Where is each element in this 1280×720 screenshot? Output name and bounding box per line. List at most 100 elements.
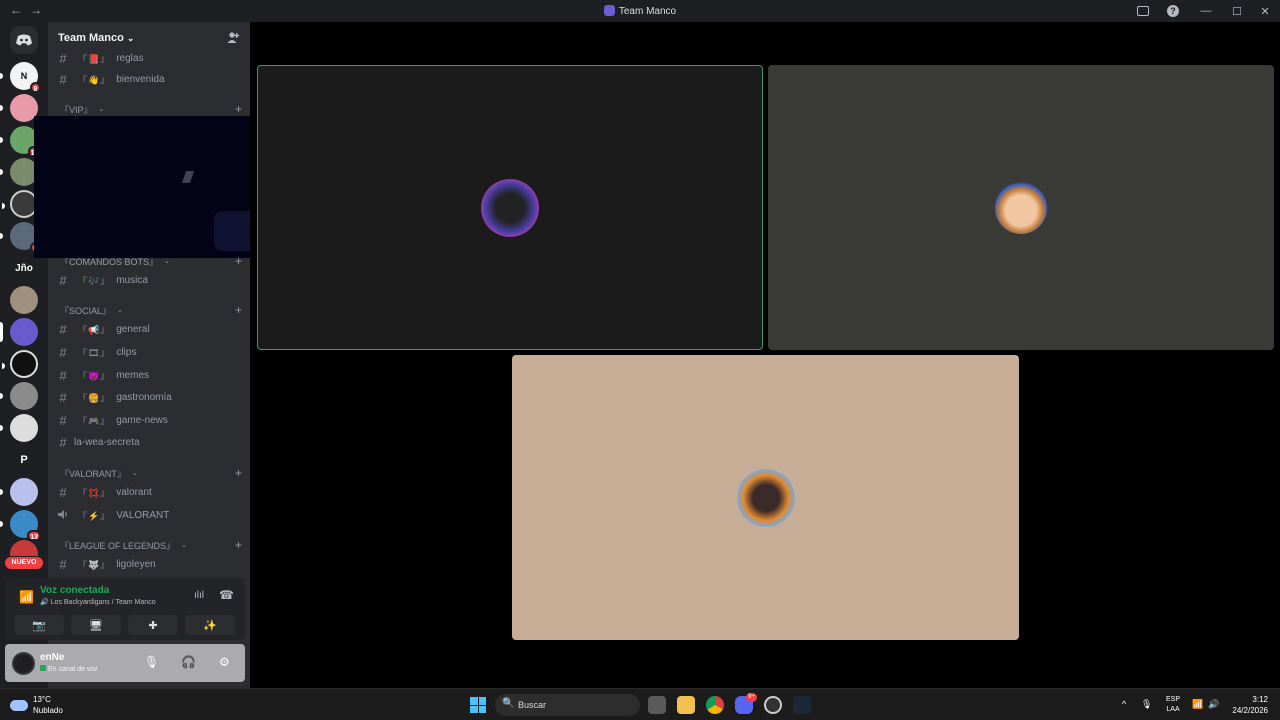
category-league-of-legends[interactable]: 『LEAGUE OF LEGENDS』 ⌄ + (60, 537, 242, 553)
voice-channel-valorant[interactable]: 『⚡』 VALORANT (56, 505, 246, 525)
server-icon-p[interactable]: P (10, 446, 38, 474)
headset-icon[interactable]: 🎧 (181, 655, 196, 669)
app-icon[interactable] (764, 696, 782, 714)
category-valorant[interactable]: 『VALORANT』 ⌄ + (60, 465, 242, 481)
chevron-down-icon: ⌄ (131, 470, 138, 477)
noise-suppression-icon[interactable]: ılıl (194, 590, 204, 601)
add-channel-icon[interactable]: + (235, 538, 242, 552)
minimize-button[interactable]: — (1188, 0, 1224, 22)
window-title-text: Team Manco (618, 6, 677, 17)
channel-gastronomia[interactable]: # 『🍔』 gastronomía (56, 387, 246, 407)
server-icon-lavender[interactable] (0, 478, 38, 506)
steam-icon[interactable] (793, 696, 811, 714)
windows-start-icon[interactable] (470, 697, 486, 713)
inbox-icon (1137, 6, 1149, 16)
tray-mic-icon[interactable]: 🎙 (1141, 699, 1152, 710)
add-channel-icon[interactable]: + (235, 303, 242, 317)
category-name: 『LEAGUE OF LEGENDS』 (60, 540, 176, 551)
add-channel-icon[interactable]: + (235, 466, 242, 480)
channel-bienvenida[interactable]: # 『👋』 bienvenida (56, 69, 246, 89)
channel-name: la-wea-secreta (74, 436, 140, 448)
unread-pill (0, 489, 3, 495)
mic-icon[interactable]: 🎙 (144, 655, 159, 669)
voice-connection-panel: 📶 Voz conectada 🔊 Los Backyardigans / Te… (5, 578, 245, 640)
unread-pill (0, 105, 3, 111)
channel-emoji: 『📕』 (78, 53, 111, 64)
channel-la-wea-secreta[interactable]: # la-wea-secreta (56, 432, 246, 452)
task-view-icon[interactable] (648, 696, 666, 714)
chevron-down-icon: ⌄ (126, 32, 135, 43)
channel-ligoleyen[interactable]: # 『🐺』 ligoleyen (56, 554, 246, 574)
channel-emoji: 『💢』 (78, 487, 111, 498)
invite-people-icon[interactable] (227, 31, 240, 44)
channel-game-news[interactable]: # 『🎮』 game-news (56, 410, 246, 430)
direct-messages-button[interactable] (10, 26, 38, 54)
popout-video-overlay[interactable] (34, 116, 285, 258)
category-vip[interactable]: 『VIP』 ⌄ + (60, 101, 242, 117)
hash-icon: # (59, 484, 67, 500)
channel-reglas[interactable]: # 『📕』 reglas (56, 48, 246, 68)
server-icon-beige[interactable] (10, 286, 38, 314)
channel-memes[interactable]: # 『😈』 memes (56, 365, 246, 385)
activities-icon: ✚ (148, 619, 158, 632)
chrome-icon[interactable] (706, 696, 724, 714)
server-icon-team-manco[interactable] (0, 318, 38, 346)
channel-emoji: 『📢』 (78, 324, 111, 335)
inbox-button[interactable] (1128, 0, 1158, 22)
tray-overflow-icon[interactable]: ^ (1122, 699, 1126, 709)
participant-tile[interactable] (512, 355, 1019, 640)
username[interactable]: enNe (40, 652, 64, 663)
channel-emoji: 『⚡』 (78, 510, 111, 521)
channel-valorant[interactable]: # 『💢』 valorant (56, 482, 246, 502)
soundboard-button[interactable]: ✨ (185, 615, 235, 635)
channel-name: VALORANT (116, 509, 170, 521)
close-button[interactable]: ✕ (1250, 0, 1280, 22)
taskbar-search[interactable]: 🔍 Buscar (495, 694, 640, 716)
help-button[interactable]: ? (1158, 0, 1188, 22)
server-icon-ns[interactable]: N8 (0, 62, 41, 93)
server-icon-blue[interactable]: 13 (0, 510, 41, 541)
channel-name: memes (116, 369, 150, 381)
language-indicator[interactable]: ESP LAA (1166, 695, 1180, 715)
volume-icon[interactable]: 🔊 (1208, 699, 1219, 710)
screen-share-icon: 🖥 (89, 619, 103, 632)
server-icon-anime[interactable] (2, 350, 38, 378)
server-icon-photo[interactable] (0, 382, 38, 410)
server-icon-jno[interactable]: Jño (10, 254, 38, 282)
system-clock[interactable]: 3:12 24/2/2026 (1228, 694, 1268, 716)
avatar[interactable] (12, 652, 35, 675)
participant-tile[interactable] (768, 65, 1274, 350)
camera-button[interactable]: 📷 (14, 615, 64, 635)
channel-name: general (116, 323, 150, 335)
participant-tile[interactable] (257, 65, 763, 350)
voice-status[interactable]: Voz conectada (40, 585, 109, 596)
category-social[interactable]: 『SOCIAL』 ⌄ + (60, 302, 242, 318)
file-explorer-icon[interactable] (677, 696, 695, 714)
channel-emoji: 『🎶』 (78, 275, 111, 286)
category-name: 『VIP』 (60, 104, 93, 115)
channel-general[interactable]: # 『📢』 general (56, 319, 246, 339)
connection-signal-icon[interactable]: 📶 (19, 590, 34, 604)
cloud-icon (10, 699, 28, 711)
maximize-button[interactable]: ☐ (1224, 0, 1250, 22)
weather-widget[interactable]: 13°C Nublado (10, 694, 63, 716)
channel-name: valorant (116, 486, 152, 498)
layout-code: LAA (1166, 706, 1180, 713)
add-channel-icon[interactable]: + (235, 102, 242, 116)
channel-name: ligoleyen (116, 558, 156, 570)
server-icon-light[interactable] (0, 414, 38, 442)
chevron-down-icon: ⌄ (117, 307, 123, 314)
voice-stage (250, 22, 1280, 688)
disconnect-icon[interactable]: ☎ (219, 588, 234, 602)
screen-share-button[interactable]: 🖥 (71, 615, 121, 635)
new-badge: NUEVO (5, 557, 43, 569)
participant-avatar (481, 178, 539, 237)
soundboard-icon: ✨ (203, 619, 217, 632)
settings-gear-icon[interactable]: ⚙ (219, 655, 230, 669)
discord-app-icon[interactable]: 9+ (735, 693, 757, 714)
activities-button[interactable]: ✚ (128, 615, 178, 635)
wifi-icon[interactable]: 📶 (1192, 699, 1203, 710)
channel-musica[interactable]: # 『🎶』 musica (56, 270, 246, 290)
voice-channel-path[interactable]: 🔊 Los Backyardigans / Team Manco (40, 598, 156, 606)
channel-clips[interactable]: # 『🎞』 clips (56, 342, 246, 362)
